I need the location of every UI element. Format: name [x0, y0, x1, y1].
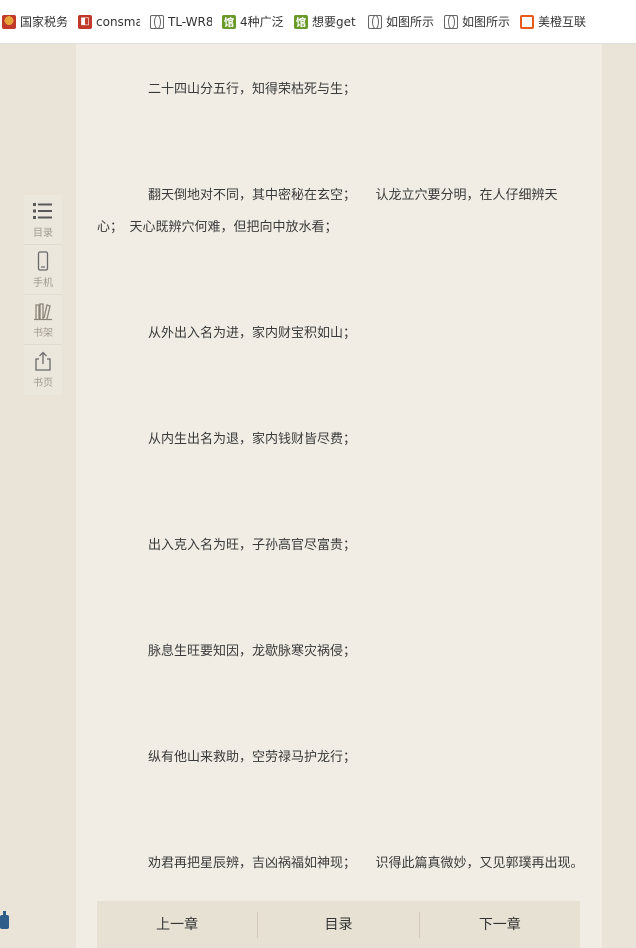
bookmarks-bar: 国家税务 ◧ consma TL-WR8 馆 4种广泛 馆 想要get 如图所示…	[0, 0, 636, 44]
content-line: 从内生出名为退，家内钱财皆尽费；	[148, 432, 357, 447]
side-toolbar: 目录 手机 书架 书页	[24, 195, 62, 395]
list-icon	[32, 201, 54, 221]
bookmark-item[interactable]: 馆 4种广泛	[222, 13, 284, 30]
guan-icon: 馆	[222, 14, 236, 29]
share-icon	[32, 351, 54, 371]
sidebar-item-label: 书页	[33, 378, 53, 389]
content-line: 纵有他山来救助，空劳禄马护龙行；	[148, 750, 357, 765]
content-line: 脉息生旺要知因，龙歇脉寒灾祸侵；	[148, 644, 357, 659]
bookmark-label: TL-WR8	[168, 14, 212, 29]
bookmark-label: 4种广泛	[240, 15, 284, 29]
phone-icon	[32, 250, 54, 271]
globe-icon	[444, 14, 458, 29]
content-line: 翻天倒地对不同，其中密秘在玄空； 认龙立穴要分明，在人仔细辨天	[148, 188, 558, 203]
sidebar-item-label: 书架	[33, 327, 53, 339]
prev-chapter-button[interactable]: 上一章	[97, 912, 257, 938]
floating-widget-icon[interactable]	[0, 910, 12, 934]
sidebar-item-toc[interactable]: 目录	[24, 195, 62, 245]
content-line: 心； 天心既辨穴何难，但把向中放水看；	[97, 220, 338, 235]
sidebar-item-label: 目录	[33, 227, 53, 239]
orange-icon	[520, 14, 534, 29]
sidebar-item-share[interactable]: 书页	[24, 345, 62, 395]
tax-bureau-icon	[2, 14, 16, 29]
toc-button[interactable]: 目录	[257, 911, 418, 938]
content-line: 劝君再把星辰辨，吉凶祸福如神现； 识得此篇真微妙，又见郭璞再出现。	[148, 856, 584, 871]
sidebar-item-label: 手机	[33, 277, 53, 289]
bookmark-item[interactable]: 如图所示	[368, 13, 434, 30]
bookmark-label: 如图所示	[462, 15, 510, 29]
bookmark-item[interactable]: 国家税务	[2, 13, 68, 30]
bookmark-item[interactable]: 美橙互联	[520, 13, 586, 30]
content-line: 从外出入名为进，家内财宝积如山；	[148, 326, 357, 341]
guan-icon: 馆	[294, 14, 308, 29]
bookmark-item[interactable]: ◧ consma	[78, 14, 140, 29]
chapter-nav: 上一章 目录 下一章	[97, 901, 580, 948]
bookmark-label: 美橙互联	[538, 15, 586, 29]
sidebar-item-bookshelf[interactable]: 书架	[24, 295, 62, 345]
bookmark-label: 想要get	[312, 15, 356, 29]
sidebar-item-phone[interactable]: 手机	[24, 245, 62, 295]
bookmark-label: 如图所示	[386, 15, 434, 29]
consmation-icon: ◧	[78, 14, 92, 29]
bookmark-label: consma	[96, 14, 140, 29]
bookmark-item[interactable]: TL-WR8	[150, 14, 212, 29]
reading-column: 二十四山分五行，知得荣枯死与生； 翻天倒地对不同，其中密秘在玄空； 认龙立穴要分…	[76, 44, 602, 948]
books-icon	[32, 301, 54, 321]
content-line: 二十四山分五行，知得荣枯死与生；	[148, 82, 357, 97]
bookmark-item[interactable]: 如图所示	[444, 13, 510, 30]
globe-icon	[368, 14, 382, 29]
content-line: 出入克入名为旺，子孙高官尽富贵；	[148, 538, 357, 553]
bookmark-item[interactable]: 馆 想要get	[294, 13, 358, 30]
bookmark-label: 国家税务	[20, 15, 68, 29]
globe-icon	[150, 14, 164, 29]
next-chapter-button[interactable]: 下一章	[418, 911, 580, 938]
